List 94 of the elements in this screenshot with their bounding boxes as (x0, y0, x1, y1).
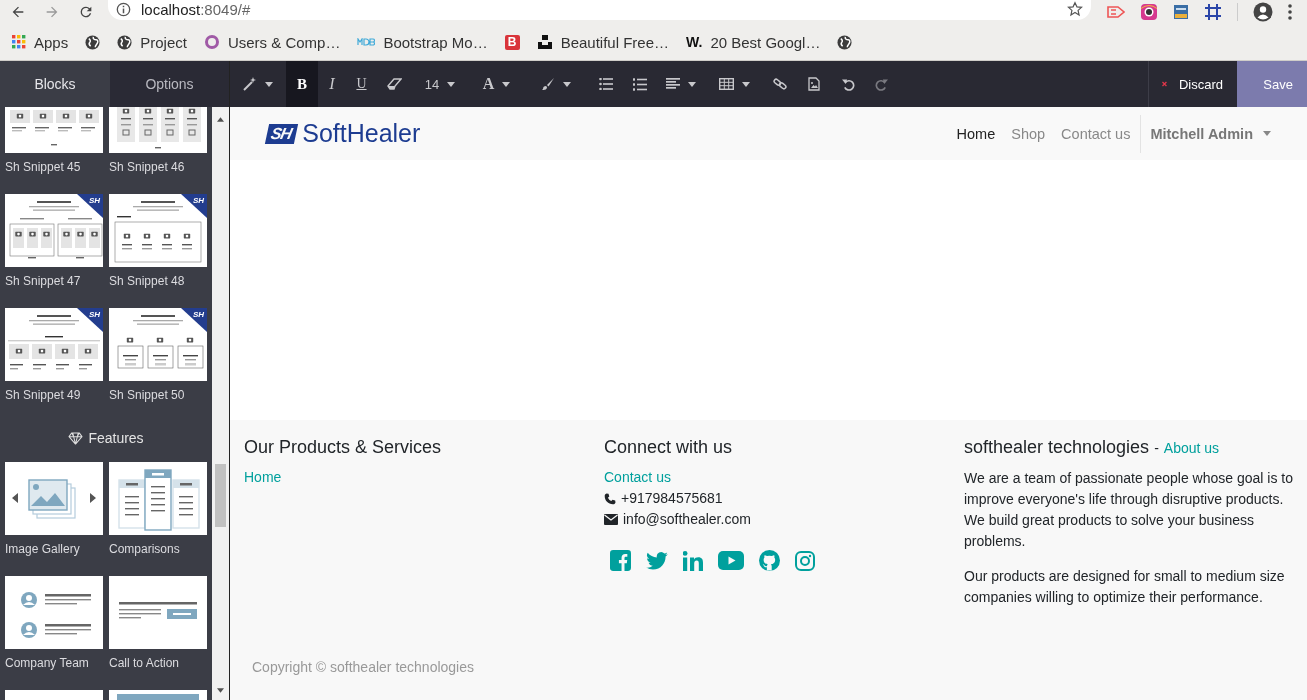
bookmark-favicon[interactable]: B (504, 34, 520, 50)
eraser-icon (386, 78, 402, 90)
snippet-label: Sh Snippet 50 (109, 388, 186, 402)
toolbar-button[interactable]: I (318, 61, 346, 107)
copyright-text: Copyright © softhealer technologies (251, 659, 475, 675)
camera-lens-icon[interactable] (1140, 3, 1158, 21)
back-arrow-icon[interactable] (10, 4, 26, 20)
bookmark-link[interactable]: Bootstrap Mo… (383, 33, 488, 51)
snippet-thumbnail[interactable] (109, 194, 207, 267)
snippet-thumbnail[interactable] (5, 308, 103, 381)
linkedin-icon[interactable] (683, 550, 703, 571)
snippet-label: Sh Snippet 49 (5, 388, 82, 402)
table-icon (718, 78, 734, 90)
caret-icon (447, 81, 456, 87)
footer-heading: softhealer technologies (964, 437, 1150, 457)
save-button[interactable]: Save (1237, 61, 1307, 107)
profile-icon[interactable] (1253, 2, 1273, 22)
snippet-thumbnail[interactable] (5, 576, 103, 649)
tag-arrow-icon[interactable] (1107, 4, 1125, 20)
more-menu-icon[interactable] (1288, 4, 1292, 20)
bookmark-link[interactable]: Apps (34, 33, 69, 51)
snippet-thumbnail[interactable] (5, 462, 103, 535)
toolbar-button[interactable]: 14 (411, 61, 469, 107)
user-menu[interactable]: Mitchell Admin (1140, 114, 1271, 153)
logo-text[interactable]: SoftHealer (302, 119, 421, 148)
card-icon[interactable] (1173, 4, 1189, 20)
section-heading: Features (88, 430, 144, 446)
github-cat-icon[interactable] (759, 550, 780, 571)
close-icon (1162, 79, 1167, 89)
bookmark-link[interactable]: Beautiful Free… (560, 33, 670, 51)
globe-icon[interactable] (117, 34, 133, 50)
apps-grid-icon[interactable] (12, 35, 26, 49)
snippet-label: Image Gallery (5, 542, 81, 556)
snippet-thumbnail[interactable] (109, 462, 207, 535)
facebook-icon[interactable] (610, 550, 631, 571)
snippet-thumbnail[interactable] (109, 576, 207, 649)
twitter-bird-icon[interactable] (646, 551, 668, 570)
align-left-icon (666, 78, 680, 90)
scrollbar[interactable] (212, 107, 229, 700)
star-icon[interactable] (1067, 1, 1083, 17)
magic-wand-icon (243, 77, 257, 91)
snippet-label: Sh Snippet 46 (109, 160, 186, 174)
redo-icon (874, 77, 888, 91)
scroll-up-icon[interactable] (217, 117, 224, 122)
image-file-icon (807, 77, 820, 91)
caret-icon (563, 81, 571, 87)
reload-icon[interactable] (78, 4, 94, 20)
snippet-label: Call to Action (109, 656, 181, 670)
about-paragraph: We are a team of passionate people whose goal is to improve everyone's life through disruptive products. We build great products to solve your business problems. (964, 469, 1294, 551)
globe-icon[interactable] (85, 34, 101, 50)
caret-icon (688, 81, 696, 87)
bookmark-link[interactable]: Users & Comp… (227, 33, 341, 51)
toolbar-button[interactable]: U (346, 61, 377, 107)
logo-mark[interactable]: SH (264, 123, 299, 144)
snippet-thumbnail[interactable] (5, 194, 103, 267)
caret-icon (741, 81, 750, 87)
snippet-label: Sh Snippet 45 (5, 160, 82, 174)
gem-icon (68, 431, 84, 445)
nav-link[interactable]: Home (948, 125, 1004, 142)
youtube-play-icon[interactable] (718, 551, 744, 570)
scroll-down-icon[interactable] (217, 688, 224, 693)
scrollbar-thumb[interactable] (215, 464, 226, 527)
snippet-label: Sh Snippet 48 (109, 274, 186, 288)
contact-text: +917984575681 (621, 489, 723, 508)
contact-text: info@softhealer.com (623, 510, 751, 529)
bookmark-favicon[interactable]: W. (686, 34, 703, 50)
instagram-camera-icon[interactable] (795, 550, 815, 571)
undo-icon (842, 77, 855, 91)
info-icon (116, 1, 131, 17)
about-paragraph: Our products are designed for small to medium size companies willing to optimize their performance. (964, 567, 1286, 607)
link-chain-icon (772, 77, 787, 91)
numbered-list-icon (633, 77, 647, 91)
ring-icon[interactable] (203, 34, 220, 50)
blocks-icon[interactable] (536, 34, 553, 50)
snippet-label: Sh Snippet 47 (5, 274, 82, 288)
toolbar-button[interactable]: A (469, 61, 524, 107)
globe-icon[interactable] (837, 34, 853, 50)
snippet-label: Company Team (5, 656, 90, 670)
bookmark-link[interactable]: Project (140, 33, 187, 51)
crop-frame-icon[interactable] (1204, 3, 1222, 21)
toolbar-button[interactable]: B (286, 61, 318, 107)
separator-text: - (1154, 440, 1159, 456)
bookmark-link[interactable]: 20 Best Googl… (710, 33, 821, 51)
phone-icon (604, 492, 616, 505)
caret-icon (265, 81, 273, 87)
snippet-label: Comparisons (109, 542, 181, 556)
caret-icon (1263, 131, 1271, 136)
footer-heading: Our Products & Services (244, 437, 442, 457)
footer-heading: Connect with us (604, 437, 733, 457)
snippet-thumbnail[interactable] (109, 308, 207, 381)
envelope-icon (604, 514, 618, 525)
panel-tab[interactable]: Options (110, 61, 229, 107)
bullet-list-icon (598, 78, 613, 90)
caret-icon (502, 81, 511, 87)
